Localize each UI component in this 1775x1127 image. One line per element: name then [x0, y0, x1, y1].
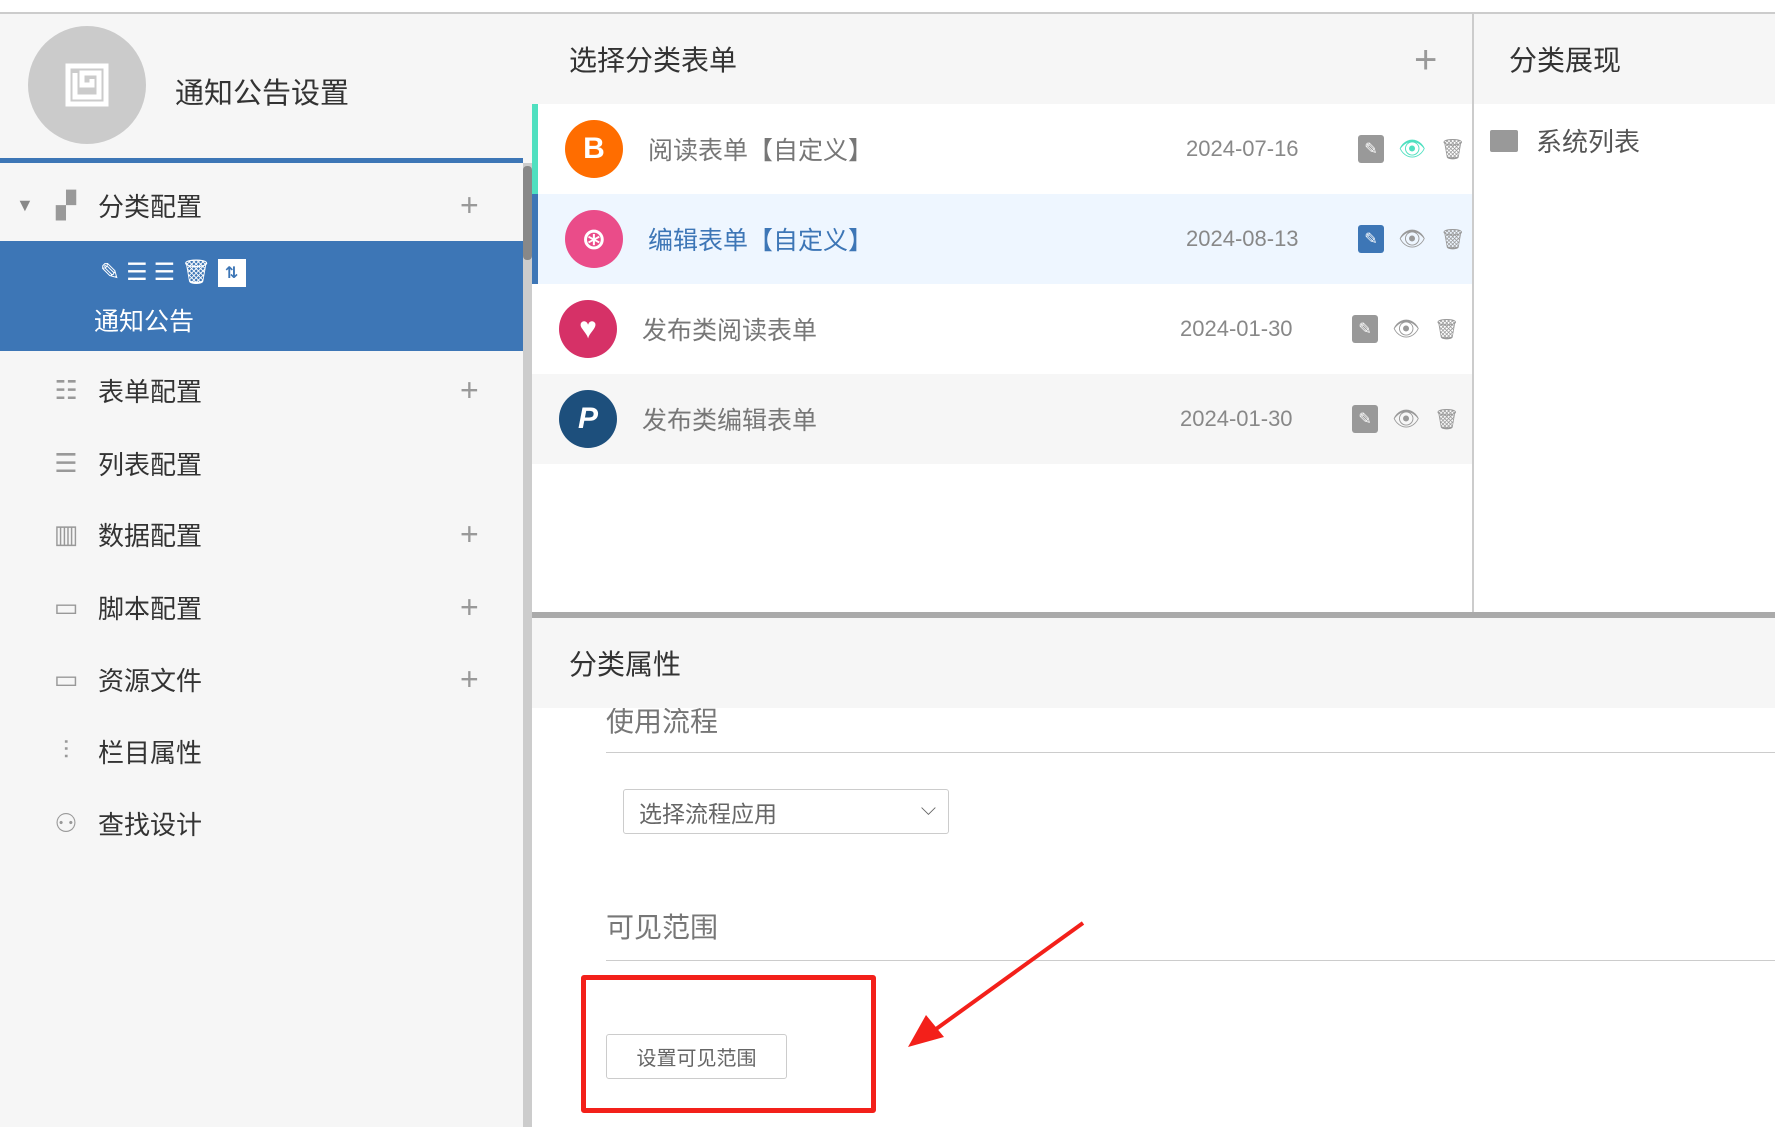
add-form-button[interactable]: + — [1414, 38, 1437, 83]
edit-form-icon[interactable]: ✎ — [1358, 135, 1384, 163]
trash-icon[interactable]: 🗑 — [1434, 407, 1459, 432]
add-icon[interactable]: + — [460, 372, 479, 409]
tree-item-script-config[interactable]: ▭ 脚本配置 + — [0, 577, 523, 637]
dribbble-icon: ⊛ — [565, 210, 623, 268]
sitemap-icon: ▞ — [56, 189, 76, 220]
form-sliders-icon: ☷ — [54, 374, 78, 405]
list-icon: ☰ — [54, 447, 78, 478]
visibility-label: 可见范围 — [606, 912, 719, 943]
tree-root-label: 分类配置 — [98, 191, 203, 222]
edit-form-icon[interactable]: ✎ — [1358, 225, 1384, 253]
section-divider — [606, 752, 1775, 753]
add-icon[interactable]: + — [460, 187, 479, 224]
tree-node-label: 通知公告 — [94, 308, 195, 336]
sidebar-scrollbar[interactable] — [523, 163, 532, 1127]
add-icon[interactable]: + — [460, 661, 479, 698]
bar-chart-icon: ▥ — [53, 518, 79, 549]
properties-title: 分类属性 — [569, 649, 682, 680]
tree-item-label: 列表配置 — [98, 449, 203, 480]
app-avatar — [28, 26, 146, 144]
add-icon[interactable]: + — [460, 589, 479, 626]
workflow-select-value: 选择流程应用 — [639, 800, 777, 827]
indent-icon[interactable]: ☰ — [126, 258, 148, 287]
tree-item-data-config[interactable]: ▥ 数据配置 + — [0, 504, 523, 564]
node-toolbar: ✎ ☰ ☰ 🗑 ⇅ — [100, 258, 246, 287]
top-bar — [0, 0, 1775, 14]
form-name: 发布类编辑表单 — [642, 407, 818, 435]
tree-item-column-properties[interactable]: ⫶ 栏目属性 — [0, 721, 523, 781]
tree-item-form-config[interactable]: ☷ 表单配置 + — [0, 360, 523, 420]
edit-icon[interactable]: ✎ — [100, 258, 120, 287]
annotation-highlight-box — [581, 975, 876, 1113]
forms-panel-header: 选择分类表单 — [532, 14, 1472, 104]
eye-icon[interactable]: 👁 — [1398, 226, 1426, 252]
display-panel-header: 分类展现 — [1474, 14, 1775, 104]
trash-icon[interactable]: 🗑 — [1434, 317, 1459, 342]
eye-icon[interactable]: 👁 — [1392, 316, 1420, 342]
edit-form-icon[interactable]: ✎ — [1352, 405, 1378, 433]
paypal-icon: P — [559, 390, 617, 448]
tree-item-resource-files[interactable]: ▭ 资源文件 + — [0, 649, 523, 709]
sidebar-divider — [0, 158, 523, 163]
blogger-icon: B — [565, 120, 623, 178]
form-date: 2024-08-13 — [1186, 226, 1299, 251]
form-name: 编辑表单【自定义】 — [648, 227, 874, 255]
caret-down-icon[interactable]: ▼ — [16, 195, 34, 216]
tree-item-label: 栏目属性 — [98, 737, 203, 768]
chevron-down-icon: ⌵ — [920, 798, 936, 820]
add-icon[interactable]: + — [460, 516, 479, 553]
tree-item-label: 表单配置 — [98, 376, 203, 407]
properties-header: 分类属性 — [532, 618, 1775, 708]
tree-root-category-config[interactable]: ▼ ▞ 分类配置 + — [0, 175, 523, 235]
sidebar-title: 通知公告设置 — [175, 78, 350, 110]
forms-panel-title: 选择分类表单 — [569, 45, 738, 76]
tree-item-label: 资源文件 — [98, 665, 203, 696]
edit-form-icon[interactable]: ✎ — [1352, 315, 1378, 343]
form-name: 阅读表单【自定义】 — [648, 137, 874, 165]
display-item-system-list[interactable]: 系统列表 — [1490, 122, 1640, 159]
form-row-selected[interactable]: ⊛ 编辑表单【自定义】 2024-08-13 ✎ 👁 🗑 — [532, 194, 1472, 284]
form-date: 2024-01-30 — [1180, 406, 1293, 431]
binoculars-icon: ⚇ — [54, 807, 78, 838]
display-panel-title: 分类展现 — [1509, 45, 1622, 76]
eye-icon[interactable]: 👁 — [1392, 406, 1420, 432]
trash-icon[interactable]: 🗑 — [1440, 137, 1465, 162]
form-row[interactable]: B 阅读表单【自定义】 2024-07-16 ✎ 👁 🗑 — [532, 104, 1472, 194]
form-row[interactable]: P 发布类编辑表单 2024-01-30 ✎ 👁 🗑 — [532, 374, 1472, 464]
tree-item-list-config[interactable]: ☰ 列表配置 — [0, 433, 523, 493]
form-name: 发布类阅读表单 — [642, 317, 818, 345]
tree-item-search-design[interactable]: ⚇ 查找设计 — [0, 793, 523, 853]
terminal-icon: ▭ — [53, 663, 79, 694]
tree-node-selected[interactable] — [0, 241, 523, 351]
tree-item-label: 脚本配置 — [98, 593, 203, 624]
sidebar-scrollbar-thumb[interactable] — [523, 166, 532, 260]
sliders-icon: ⫶ — [62, 735, 70, 765]
form-date: 2024-07-16 — [1186, 136, 1299, 161]
section-divider — [606, 960, 1775, 961]
form-row[interactable]: ♥ 发布类阅读表单 2024-01-30 ✎ 👁 🗑 — [532, 284, 1472, 374]
sort-icon[interactable]: ⇅ — [217, 258, 246, 287]
outdent-icon[interactable]: ☰ — [154, 258, 176, 287]
workflow-select[interactable]: 选择流程应用 ⌵ — [623, 789, 949, 834]
heart-icon: ♥ — [559, 300, 617, 358]
folder-icon — [1490, 129, 1518, 152]
trash-icon[interactable]: 🗑 — [181, 258, 211, 287]
eye-icon[interactable]: 👁 — [1398, 136, 1426, 162]
tree-item-label: 数据配置 — [98, 520, 203, 551]
trash-icon[interactable]: 🗑 — [1440, 227, 1465, 252]
tree-item-label: 查找设计 — [98, 809, 203, 840]
terminal-icon: ▭ — [53, 591, 79, 622]
display-item-label: 系统列表 — [1536, 127, 1641, 157]
annotation-arrow-icon — [908, 921, 1085, 1047]
app-logo-icon — [65, 63, 109, 107]
form-date: 2024-01-30 — [1180, 316, 1293, 341]
